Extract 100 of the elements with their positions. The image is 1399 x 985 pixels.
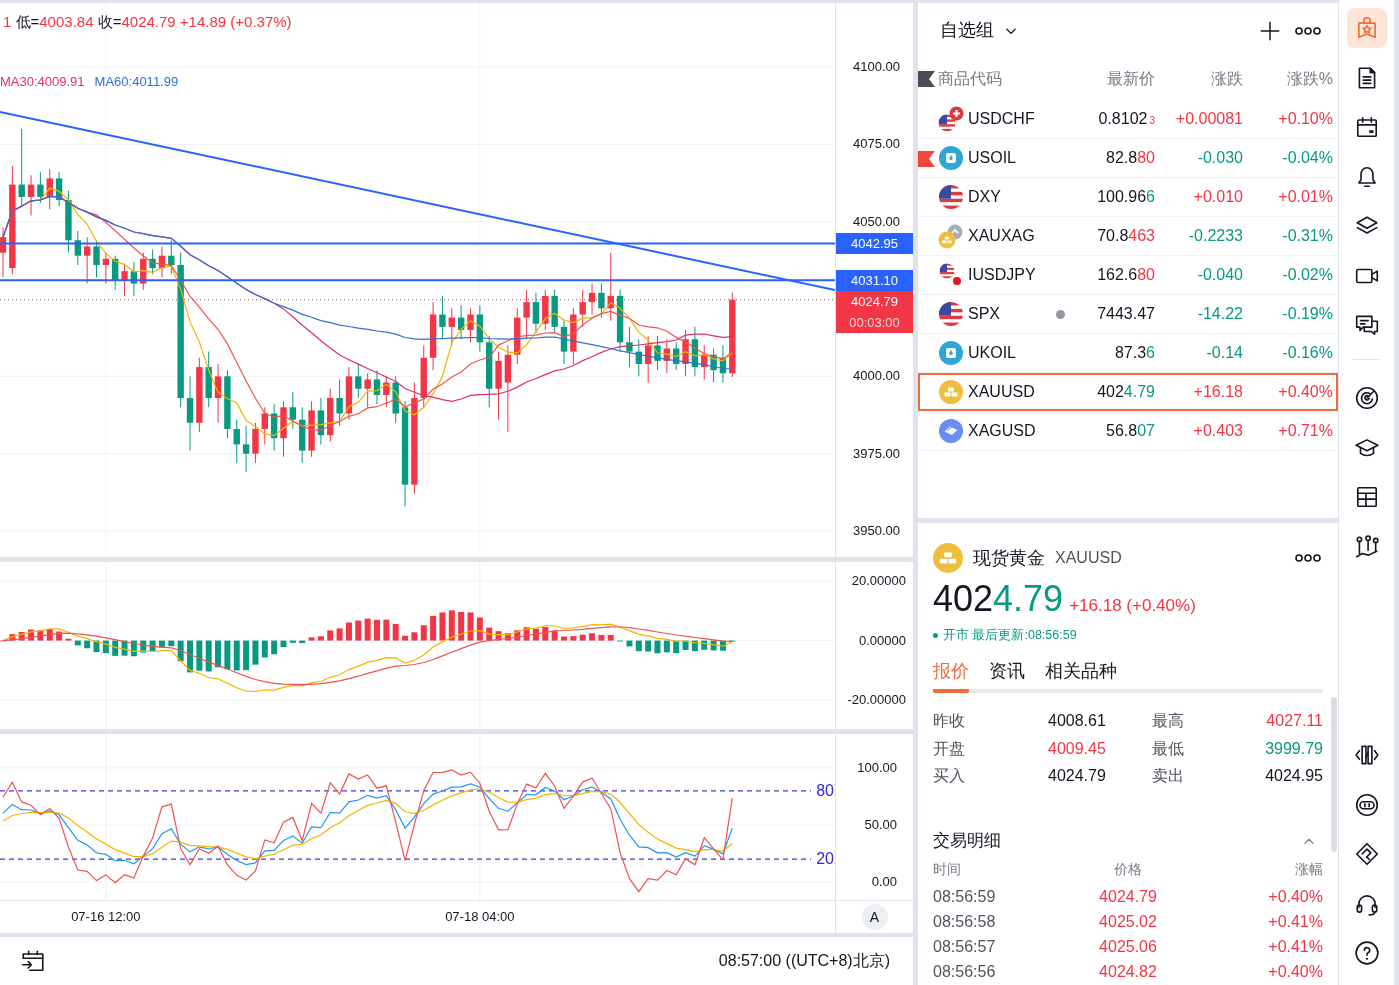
moving-average-value: MA30:4009.91	[0, 73, 85, 91]
price-change: -0.14	[1206, 343, 1243, 363]
quote-label: 昨收	[933, 711, 965, 731]
symbol-name: UKOIL	[968, 343, 1016, 363]
last-price: 4024.79	[933, 578, 1064, 620]
more-icon[interactable]	[1295, 553, 1321, 563]
trade-price: 4025.02	[1099, 912, 1157, 932]
watchlist-row[interactable]: UKOIL 87.36 -0.14 -0.16%	[918, 334, 1338, 373]
scrollbar[interactable]	[1331, 697, 1337, 852]
auto-scale-button[interactable]: A	[861, 904, 888, 930]
percent-change: +0.71%	[1278, 421, 1333, 441]
help-icon[interactable]	[1353, 940, 1380, 966]
column-header[interactable]: 最新价	[1107, 67, 1155, 91]
diamond-icon[interactable]	[1353, 841, 1380, 867]
axis-label: 0.00	[871, 874, 897, 890]
section-title: 交易明细	[933, 829, 1001, 852]
column-header[interactable]: 商品代码	[938, 67, 1002, 91]
watchlist-row[interactable]: USDCHF 0.8102 3 +0.00081 +0.10%	[918, 100, 1338, 139]
price-change: +16.18	[1193, 382, 1243, 402]
moving-average-value: MA60:4011.99	[94, 73, 179, 91]
trade-time: 08:56:57	[933, 937, 996, 957]
price-change: -14.22	[1197, 304, 1243, 324]
bullion-icon	[938, 223, 964, 249]
trade-time: 08:56:56	[933, 962, 996, 982]
last-price: 82.880	[1106, 148, 1155, 168]
tab[interactable]: 资讯	[989, 656, 1025, 693]
target-icon[interactable]	[1353, 385, 1380, 411]
percent-change: +0.01%	[1278, 187, 1333, 207]
trade-change: +0.40%	[1268, 887, 1323, 907]
oil-drop-icon	[938, 340, 964, 366]
price-change: -0.030	[1197, 148, 1243, 168]
axis-label: 4075.00	[853, 136, 900, 153]
watchlist-row[interactable]: USOIL 82.880 -0.030 -0.04%	[918, 139, 1338, 178]
robot-icon[interactable]	[1353, 791, 1380, 818]
trade-change: +0.41%	[1268, 937, 1323, 957]
axis-label: 20.00000	[851, 573, 906, 590]
ohlc-legend: 1 低=4003.84 收=4024.79 +14.89 (+0.37%)	[3, 12, 292, 32]
symbol-name: IUSDJPY	[968, 265, 1036, 285]
quote-value: 4009.45	[1048, 738, 1106, 759]
countdown-tag: 00:03:00	[836, 311, 913, 333]
status-text: 开市 最后更新:08:56:59	[943, 626, 1077, 644]
group-dropdown[interactable]: 自选组	[940, 17, 1018, 44]
quote-label: 卖出	[1152, 766, 1184, 786]
quote-label: 最高	[1152, 711, 1184, 731]
bullion-icon	[938, 418, 964, 444]
percent-change: -0.02%	[1282, 265, 1333, 285]
axis-label: 4100.00	[853, 59, 900, 75]
last-price: 56.807	[1106, 421, 1155, 441]
axis-label: 0.00000	[859, 632, 906, 649]
axis-label: 50.00	[864, 816, 897, 833]
percent-change: +0.40%	[1278, 382, 1333, 402]
quote-value: 4008.61	[1048, 711, 1106, 731]
price-change: -0.2233	[1188, 226, 1243, 246]
axis-label: 100.00	[857, 759, 897, 776]
trade-price: 4025.06	[1099, 937, 1157, 957]
trade-price: 4024.79	[1099, 887, 1157, 907]
axis-label: -20.00000	[847, 692, 906, 709]
watchlist-row[interactable]: XAUXAG 70.8463 -0.2233 -0.31%	[918, 217, 1338, 256]
flag-icon	[938, 301, 964, 327]
watchlist-row[interactable]: XAUUSD 4024.79 +16.18 +0.40%	[918, 373, 1338, 412]
tab[interactable]: 相关品种	[1045, 656, 1117, 693]
watchlist-row[interactable]: SPX 7443.47 -14.22 -0.19%	[918, 295, 1338, 334]
calendar-arrow-icon[interactable]	[20, 948, 46, 974]
column-header[interactable]: 涨跌	[1211, 67, 1243, 91]
last-price: 7443.47	[1097, 304, 1155, 324]
flag-icon	[938, 262, 964, 288]
last-price: 70.8463	[1097, 226, 1155, 246]
watchlist-row[interactable]: IUSDJPY 162.680 -0.040 -0.02%	[918, 256, 1338, 295]
watchlist-row[interactable]: DXY 100.966 +0.010 +0.01%	[918, 178, 1338, 217]
more-icon[interactable]	[1295, 25, 1321, 36]
plus-icon[interactable]	[1259, 19, 1281, 42]
quote-label: 买入	[933, 766, 965, 786]
symbol-name: USOIL	[968, 148, 1016, 168]
percent-change: -0.19%	[1282, 304, 1333, 324]
axis-label: 3950.00	[853, 523, 900, 539]
quote-value: 4027.11	[1266, 711, 1323, 731]
instrument-symbol: XAUUSD	[1055, 548, 1122, 568]
bullion-icon	[938, 379, 964, 405]
quote-value: 4024.79	[1048, 766, 1106, 786]
symbol-name: SPX	[968, 304, 1000, 324]
watchlist-row[interactable]: XAGUSD 56.807 +0.403 +0.71%	[918, 412, 1338, 451]
last-price: 0.8102 3	[1098, 109, 1155, 129]
trade-change: +0.41%	[1268, 912, 1323, 932]
last-price: 4024.79	[1097, 382, 1155, 402]
price-change: +0.010	[1193, 187, 1243, 207]
price-line-tag: 4042.95	[836, 233, 913, 254]
symbol-name: DXY	[968, 187, 1001, 207]
bullion-icon	[933, 543, 963, 573]
flag-marker-icon[interactable]	[918, 71, 935, 87]
quote-value: 3999.79	[1265, 738, 1323, 759]
column-header[interactable]: 涨跌%	[1286, 67, 1333, 91]
pins-chart-icon[interactable]	[1353, 533, 1380, 560]
flag-marker-icon[interactable]	[918, 150, 935, 167]
price-change: +0.00081	[1175, 109, 1243, 129]
last-price: 162.680	[1097, 265, 1155, 285]
quote-label: 最低	[1152, 738, 1184, 759]
price-change: -0.040	[1197, 265, 1243, 285]
column-header: 时间	[933, 860, 961, 879]
symbol-name: USDCHF	[968, 109, 1035, 129]
percent-change: -0.16%	[1282, 343, 1333, 363]
